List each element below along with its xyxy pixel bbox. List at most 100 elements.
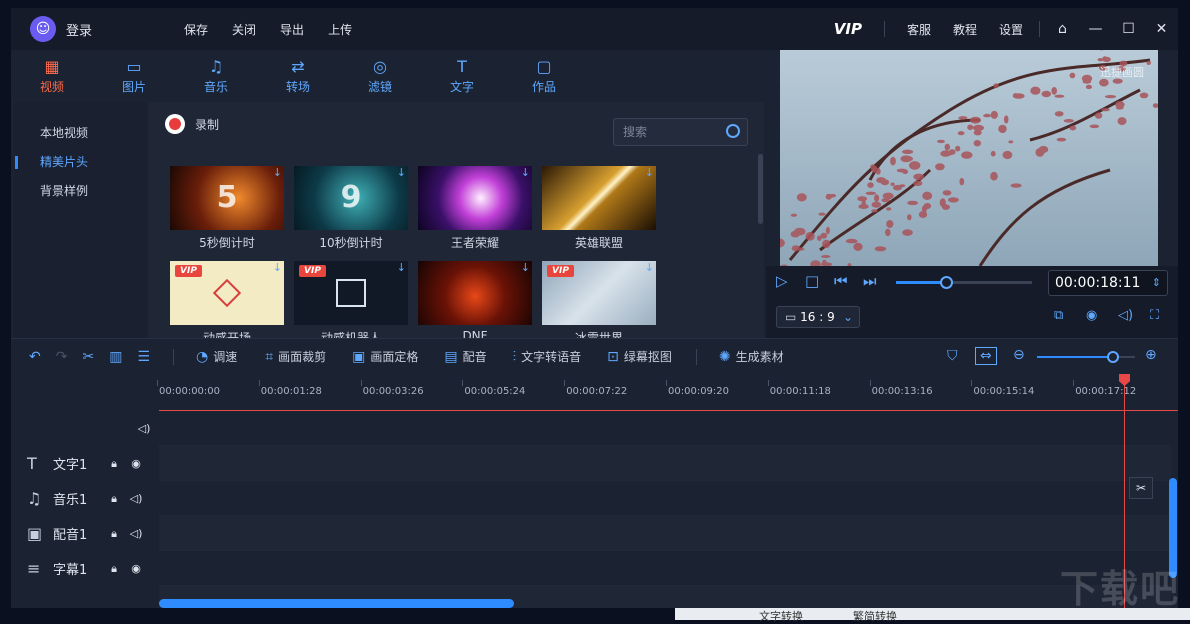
template-thumbnail[interactable]: ↓ bbox=[542, 166, 656, 230]
tab-works[interactable]: ▢作品 bbox=[503, 50, 585, 102]
tutorial-link[interactable]: 教程 bbox=[953, 21, 977, 38]
upload-menu-item[interactable]: 上传 bbox=[328, 21, 352, 38]
close-menu-item[interactable]: 关闭 bbox=[232, 21, 256, 38]
eye-icon[interactable]: ◉ bbox=[125, 457, 147, 470]
zoom-knob[interactable] bbox=[1107, 351, 1119, 363]
tab-text[interactable]: T文字 bbox=[421, 50, 503, 102]
settings-link[interactable]: 设置 bbox=[999, 21, 1023, 38]
zoom-in-icon[interactable]: ⊕ bbox=[1145, 347, 1162, 363]
template-card[interactable]: ↓王者荣耀 bbox=[418, 166, 532, 251]
delete-icon[interactable]: ▥ bbox=[109, 349, 127, 365]
timecode-display[interactable]: 00:00:18:11 ⇕ bbox=[1048, 270, 1168, 296]
track-lane[interactable] bbox=[159, 411, 1171, 446]
search-icon[interactable] bbox=[726, 124, 740, 138]
template-thumbnail[interactable]: 5↓ bbox=[170, 166, 284, 230]
vip-badge[interactable]: VIP bbox=[834, 20, 862, 38]
close-icon[interactable]: ✕ bbox=[1145, 21, 1178, 37]
volume-icon[interactable]: ◁) bbox=[125, 492, 147, 505]
tab-transition[interactable]: ⇄转场 bbox=[257, 50, 339, 102]
template-thumbnail[interactable]: VIP↓ bbox=[542, 261, 656, 325]
green-screen-button[interactable]: ⊡绿幕抠图 bbox=[607, 348, 672, 365]
template-thumbnail[interactable]: ↓ bbox=[418, 166, 532, 230]
template-thumbnail[interactable]: ↓ bbox=[418, 261, 532, 325]
zoom-out-icon[interactable]: ⊖ bbox=[1013, 347, 1030, 363]
lock-icon[interactable]: 🔒︎ bbox=[103, 527, 125, 541]
template-thumbnail[interactable]: VIP↓ bbox=[170, 261, 284, 325]
user-avatar-icon[interactable]: ☺ bbox=[30, 16, 56, 42]
download-icon[interactable]: ↓ bbox=[273, 166, 282, 179]
category-background-samples[interactable]: 背景样例 bbox=[15, 177, 148, 206]
zoom-slider[interactable] bbox=[1037, 356, 1135, 358]
tab-music[interactable]: ♫音乐 bbox=[175, 50, 257, 102]
aspect-ratio-select[interactable]: ▭ 16 : 9 ⌄ bbox=[776, 306, 860, 328]
fullscreen-icon[interactable]: ⛶ bbox=[1150, 308, 1159, 323]
template-card[interactable]: VIP↓动感机器人 bbox=[294, 261, 408, 338]
properties-icon[interactable]: ☰ bbox=[137, 349, 155, 365]
login-link[interactable]: 登录 bbox=[66, 20, 92, 39]
progress-knob[interactable] bbox=[940, 276, 953, 289]
export-menu-item[interactable]: 导出 bbox=[280, 21, 304, 38]
track-lane[interactable] bbox=[159, 446, 1171, 481]
track-header[interactable]: ♫音乐1🔒︎◁) bbox=[11, 481, 159, 516]
next-frame-icon[interactable]: ⏭ bbox=[863, 272, 877, 290]
volume-icon[interactable]: ◁) bbox=[1118, 308, 1133, 323]
download-icon[interactable]: ↓ bbox=[645, 261, 654, 274]
scissor-icon[interactable]: ✂ bbox=[1129, 477, 1153, 499]
download-icon[interactable]: ↓ bbox=[273, 261, 282, 274]
generate-material-button[interactable]: ✺生成素材 bbox=[719, 348, 784, 365]
fit-timeline-icon[interactable]: ⇔ bbox=[975, 347, 997, 365]
lock-icon[interactable]: 🔒︎ bbox=[103, 492, 125, 506]
playback-progress[interactable] bbox=[896, 281, 1032, 284]
template-card[interactable]: 5↓5秒倒计时 bbox=[170, 166, 284, 251]
search-input[interactable]: 搜索 bbox=[613, 118, 748, 146]
category-local-video[interactable]: 本地视频 bbox=[15, 119, 148, 148]
timeline-horizontal-scrollbar[interactable] bbox=[159, 599, 514, 608]
crop-button[interactable]: ⌗画面裁剪 bbox=[265, 348, 326, 365]
split-icon[interactable]: ✂ bbox=[82, 349, 99, 365]
volume-icon[interactable]: ◁) bbox=[125, 527, 147, 540]
timeline-ruler[interactable]: 00:00:00:0000:00:01:2800:00:03:2600:00:0… bbox=[159, 374, 1178, 410]
tab-image[interactable]: ▭图片 bbox=[93, 50, 175, 102]
redo-icon[interactable]: ↷ bbox=[56, 349, 73, 365]
text-to-speech-button[interactable]: ⫶文字转语音 bbox=[513, 348, 582, 365]
track-lane[interactable] bbox=[159, 481, 1171, 516]
template-thumbnail[interactable]: VIP↓ bbox=[294, 261, 408, 325]
dubbing-button[interactable]: ▤配音 bbox=[444, 348, 486, 365]
record-control[interactable]: 录制 bbox=[165, 112, 219, 136]
download-icon[interactable]: ↓ bbox=[521, 261, 530, 274]
stop-icon[interactable]: □ bbox=[805, 272, 819, 290]
minimize-icon[interactable]: — bbox=[1079, 21, 1112, 37]
lock-icon[interactable]: 🔒︎ bbox=[103, 457, 125, 471]
download-icon[interactable]: ↓ bbox=[397, 261, 406, 274]
speed-button[interactable]: ◔调速 bbox=[196, 348, 237, 365]
maximize-icon[interactable]: ☐ bbox=[1112, 21, 1145, 37]
home-icon[interactable]: ⌂ bbox=[1046, 21, 1079, 37]
template-thumbnail[interactable]: 9↓ bbox=[294, 166, 408, 230]
lock-icon[interactable]: 🔒︎ bbox=[103, 562, 125, 576]
tab-video[interactable]: ▦视频 bbox=[11, 50, 93, 102]
download-icon[interactable]: ↓ bbox=[645, 166, 654, 179]
screen-settings-icon[interactable]: ⧉ bbox=[1054, 308, 1063, 323]
volume-icon[interactable]: ◁) bbox=[133, 422, 155, 435]
download-icon[interactable]: ↓ bbox=[397, 166, 406, 179]
template-card[interactable]: VIP↓动感开场 bbox=[170, 261, 284, 338]
customer-service-link[interactable]: 客服 bbox=[907, 21, 931, 38]
track-header[interactable]: T文字1🔒︎◉ bbox=[11, 446, 159, 481]
track-lane[interactable] bbox=[159, 551, 1171, 586]
track-header[interactable]: ▣配音1🔒︎◁) bbox=[11, 516, 159, 551]
record-icon[interactable] bbox=[165, 114, 185, 134]
track-lane[interactable] bbox=[159, 516, 1171, 551]
camera-icon[interactable]: ◉ bbox=[1086, 308, 1097, 323]
save-menu-item[interactable]: 保存 bbox=[184, 21, 208, 38]
freeze-frame-button[interactable]: ▣画面定格 bbox=[352, 348, 418, 365]
template-card[interactable]: ↓英雄联盟 bbox=[542, 166, 656, 251]
marker-icon[interactable]: ⛉ bbox=[947, 348, 963, 364]
library-scrollbar[interactable] bbox=[758, 154, 763, 224]
undo-icon[interactable]: ↶ bbox=[29, 349, 46, 365]
template-card[interactable]: 9↓10秒倒计时 bbox=[294, 166, 408, 251]
previous-frame-icon[interactable]: ⏮ bbox=[834, 272, 848, 290]
category-intros[interactable]: 精美片头 bbox=[15, 148, 148, 177]
template-card[interactable]: ↓DNF bbox=[418, 261, 532, 338]
play-icon[interactable]: ▷ bbox=[776, 272, 788, 290]
tab-filter[interactable]: ◎滤镜 bbox=[339, 50, 421, 102]
